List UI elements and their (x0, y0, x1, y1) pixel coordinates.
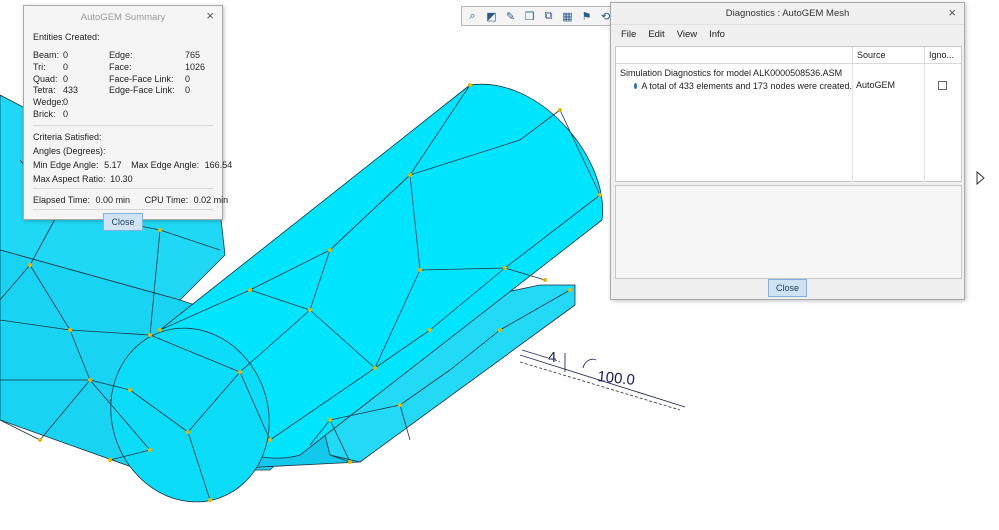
entity-label: Edge-Face Link: (109, 85, 175, 96)
close-icon[interactable]: × (206, 9, 214, 23)
ignore-column (925, 64, 961, 182)
source-column: AutoGEM (853, 64, 925, 182)
surface-roughness-value: 4 (548, 349, 556, 366)
entity-value: 0 (63, 61, 69, 72)
close-button[interactable]: Close (103, 212, 143, 231)
min-edge-label: Min Edge Angle: (33, 159, 99, 170)
model-diagnostics-row[interactable]: Simulation Diagnostics for model ALK0000… (616, 64, 852, 78)
elapsed-value: 0.00 min (95, 194, 131, 205)
table-row[interactable]: A total of 433 elements and 173 nodes we… (616, 78, 852, 91)
column-header-ignore[interactable]: Igno... (925, 47, 961, 63)
column-header-source[interactable]: Source (853, 47, 925, 63)
entity-value (185, 97, 209, 107)
entity-label: Brick: (33, 108, 56, 119)
cpu-label: CPU Time: (144, 194, 189, 205)
table-header: Source Igno... (616, 47, 961, 64)
refit-icon[interactable]: ◩ (483, 8, 500, 24)
entity-label: Wedge: (33, 97, 64, 108)
annotation-display-icon[interactable]: ⚑ (578, 8, 595, 24)
close-button[interactable]: Close (767, 279, 807, 297)
summary-title: AutoGEM Summary (80, 11, 166, 23)
entity-value (185, 109, 209, 119)
divider (33, 124, 213, 126)
entity-value: 765 (185, 50, 201, 60)
entity-label (109, 109, 185, 119)
menu-edit[interactable]: Edit (642, 29, 670, 40)
menu-file[interactable]: File (615, 29, 642, 40)
criteria-heading: Criteria Satisfied: (33, 131, 102, 142)
diagnostics-dialog: Diagnostics : AutoGEM Mesh × File Edit V… (610, 2, 965, 300)
cpu-value: 0.02 min (193, 194, 229, 205)
info-icon (634, 83, 638, 89)
diagnostics-table: Source Igno... Simulation Diagnostics fo… (615, 46, 962, 182)
diagnostic-message: A total of 433 elements and 173 nodes we… (641, 81, 852, 91)
aspect-value: 10.30 (110, 173, 133, 184)
saved-orientations-icon[interactable]: ⧉ (540, 8, 557, 24)
time-row: Elapsed Time: 0.00 min CPU Time: 0.02 mi… (33, 194, 228, 205)
aspect-label: Max Aspect Ratio: (33, 173, 106, 184)
divider (33, 208, 213, 210)
entities-heading: Entities Created: (33, 32, 100, 42)
diagnostics-titlebar[interactable]: Diagnostics : AutoGEM Mesh × (611, 3, 964, 25)
edge-angle-row: Min Edge Angle: 5.17 Max Edge Angle: 166… (33, 159, 232, 170)
angles-heading: Angles (Degrees): (33, 145, 106, 156)
menu-bar: File Edit View Info (611, 25, 964, 43)
entity-value: 0 (63, 108, 69, 119)
source-value: AutoGEM (856, 80, 896, 90)
divider (33, 187, 213, 189)
max-edge-label: Max Edge Angle: (131, 159, 200, 170)
entity-label: Beam: (33, 50, 60, 60)
diagnostics-title: Diagnostics : AutoGEM Mesh (725, 8, 850, 19)
entity-label: Tri: (33, 61, 46, 72)
entity-label: Tetra: (33, 85, 56, 96)
entity-label: Face: (109, 61, 132, 72)
autogem-summary-dialog: AutoGEM Summary × Entities Created: Beam… (23, 5, 232, 231)
table-body: Simulation Diagnostics for model ALK0000… (616, 64, 961, 182)
message-column: Simulation Diagnostics for model ALK0000… (616, 64, 853, 182)
display-style-icon[interactable]: ❒ (521, 8, 538, 24)
menu-info[interactable]: Info (703, 29, 731, 40)
repaint-icon[interactable]: ✎ (502, 8, 519, 24)
entity-label (109, 97, 185, 107)
entity-value: 0 (63, 73, 69, 84)
entities-table: Beam: 0 Edge: 765 Tri: 0 Face: 1026 Quad… (33, 50, 213, 119)
entity-value: 0 (63, 97, 69, 108)
aspect-row: Max Aspect Ratio: 10.30 (33, 174, 213, 184)
close-icon[interactable]: × (948, 6, 956, 20)
datum-display-icon[interactable]: ▦ (559, 8, 576, 24)
entity-label: Edge: (109, 50, 133, 60)
menu-view[interactable]: View (671, 29, 703, 40)
entity-label: Face-Face Link: (109, 73, 174, 84)
min-edge-value: 5.17 (104, 159, 122, 170)
entity-value: 0 (185, 73, 191, 84)
summary-titlebar[interactable]: AutoGEM Summary × (24, 6, 222, 28)
entity-value: 0 (185, 85, 191, 96)
ignore-checkbox[interactable] (938, 81, 947, 90)
entity-label: Quad: (33, 73, 58, 84)
view-toolbar: ⌕ ◩ ✎ ❒ ⧉ ▦ ⚑ ⟲ (461, 6, 617, 26)
entity-value: 1026 (185, 61, 206, 72)
diagnostic-detail-pane (615, 185, 962, 279)
zoom-icon[interactable]: ⌕ (464, 8, 481, 24)
entity-value: 0 (63, 50, 69, 60)
column-header-message[interactable] (616, 47, 853, 63)
entity-value: 433 (63, 85, 79, 96)
max-edge-value: 166.54 (204, 159, 233, 170)
elapsed-label: Elapsed Time: (33, 194, 91, 205)
